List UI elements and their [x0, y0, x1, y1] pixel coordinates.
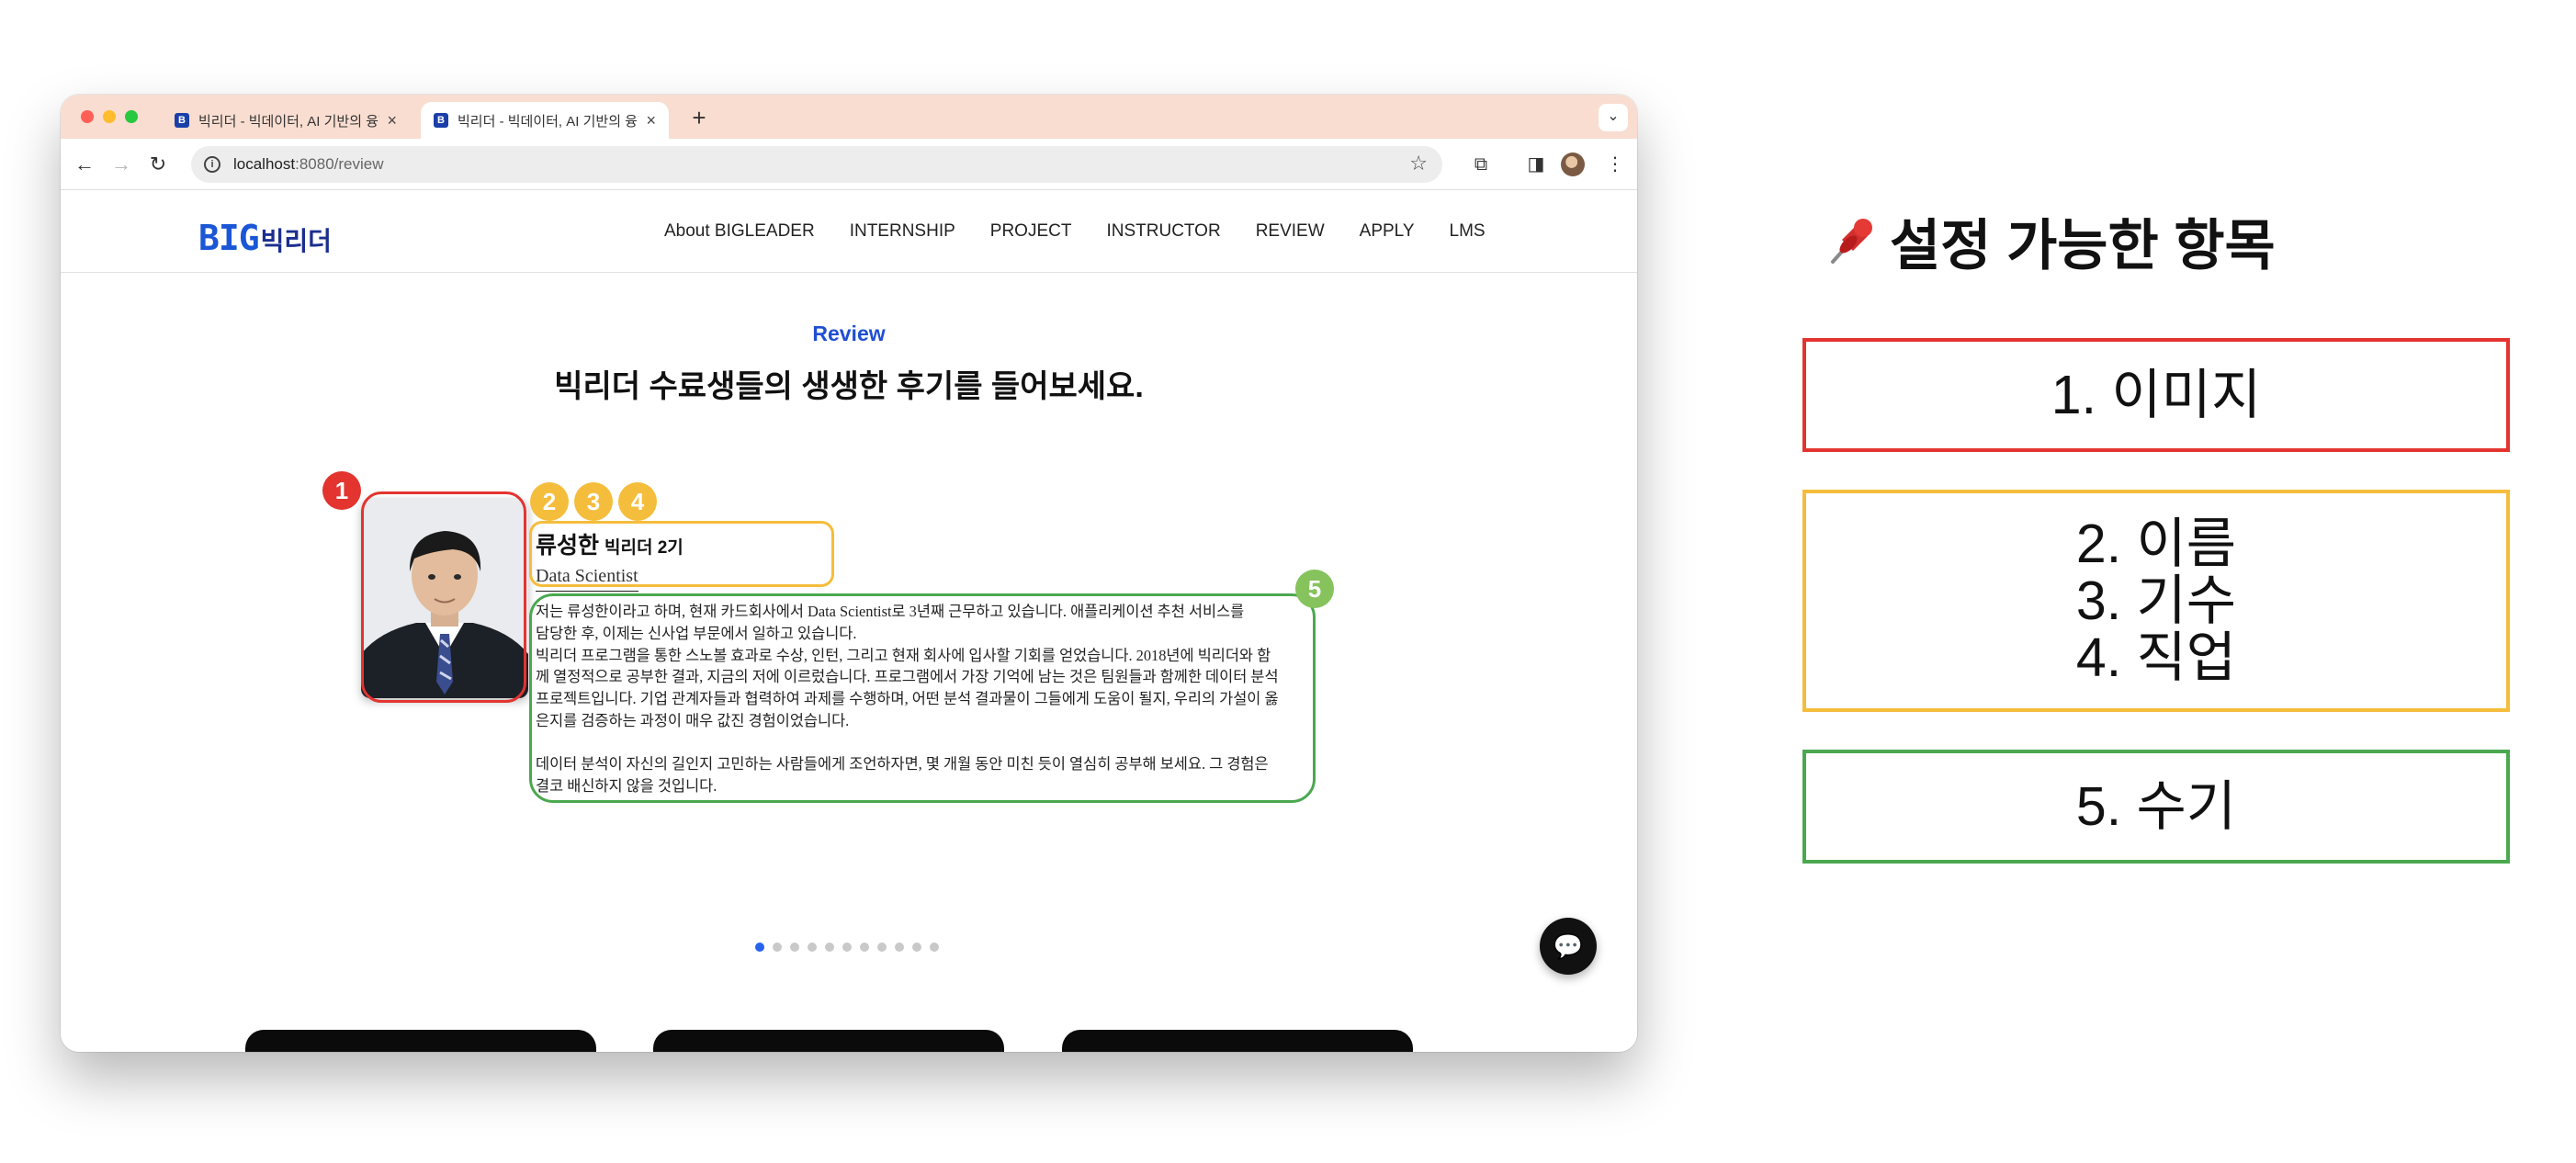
browser-window: B 빅리더 - 빅데이터, AI 기반의 융합 × B 빅리더 - 빅데이터, … — [61, 95, 1637, 1052]
annotation-badge-1: 1 — [322, 471, 361, 510]
nav-about[interactable]: About BIGLEADER — [664, 221, 815, 242]
more-menu-icon[interactable]: ⋮ — [1600, 150, 1630, 179]
close-tab-icon[interactable]: × — [646, 111, 656, 130]
annotation-badge-5: 5 — [1295, 570, 1334, 608]
legend-title-text: 설정 가능한 항목 — [1890, 215, 2276, 277]
pushpin-icon — [1831, 218, 1872, 264]
carousel-dot[interactable] — [755, 943, 764, 952]
legend-title: 설정 가능한 항목 — [1824, 201, 2276, 281]
address-bar[interactable]: i localhost:8080/review ☆ — [191, 146, 1442, 183]
legend-line: 2. 이름 — [2075, 514, 2237, 574]
carousel-dot[interactable] — [808, 943, 817, 952]
window-controls — [81, 110, 138, 123]
minimize-window-button[interactable] — [103, 110, 116, 123]
legend-line: 1. 이미지 — [2051, 365, 2262, 425]
bookmark-star-icon[interactable]: ☆ — [1409, 152, 1428, 175]
url-path: :8080/review — [295, 155, 384, 173]
tab-bar: B 빅리더 - 빅데이터, AI 기반의 융합 × B 빅리더 - 빅데이터, … — [61, 95, 1637, 139]
carousel-pagination — [755, 943, 939, 952]
carousel-dot[interactable] — [825, 943, 834, 952]
browser-tab-active[interactable]: B 빅리더 - 빅데이터, AI 기반의 융합 × — [421, 102, 669, 139]
close-tab-icon[interactable]: × — [387, 111, 397, 130]
url-host: localhost — [233, 155, 296, 173]
annotation-badge-3: 3 — [574, 482, 613, 521]
carousel-dot[interactable] — [790, 943, 799, 952]
back-arrow-icon[interactable]: ← — [70, 150, 99, 179]
slide-canvas: B 빅리더 - 빅데이터, AI 기반의 융합 × B 빅리더 - 빅데이터, … — [0, 0, 2576, 1163]
legend-item-image: 1. 이미지 — [1802, 338, 2510, 452]
site-info-icon[interactable]: i — [204, 156, 220, 173]
legend-line: 5. 수기 — [2075, 776, 2237, 837]
profile-highlight-box — [529, 521, 834, 587]
forward-arrow-icon[interactable]: → — [107, 150, 136, 179]
extensions-puzzle-icon[interactable]: ⧉ — [1466, 150, 1496, 179]
section-label: Review — [812, 322, 886, 345]
nav-review[interactable]: REVIEW — [1256, 221, 1325, 242]
tab-title: 빅리더 - 빅데이터, AI 기반의 융합 — [458, 113, 639, 130]
nav-internship[interactable]: INTERNSHIP — [850, 221, 955, 242]
carousel-dot[interactable] — [842, 943, 852, 952]
legend-line: 3. 기수 — [2075, 570, 2237, 631]
page-viewport: BIG 빅리더 About BIGLEADER INTERNSHIP PROJE… — [61, 190, 1637, 1052]
browser-tab[interactable]: B 빅리더 - 빅데이터, AI 기반의 융합 × — [162, 102, 410, 139]
carousel-dot[interactable] — [912, 943, 921, 952]
favicon-icon: B — [434, 113, 448, 128]
browser-toolbar: ← → ↻ i localhost:8080/review ☆ ⧉ ◨ ⋮ — [61, 139, 1637, 190]
avatar-icon — [1561, 152, 1585, 176]
legend-item-review: 5. 수기 — [1802, 750, 2510, 864]
nav-lms[interactable]: LMS — [1450, 221, 1486, 242]
logo-big-text: BIG — [198, 218, 260, 258]
video-card[interactable] — [245, 1030, 596, 1052]
annotation-badge-4: 4 — [618, 482, 657, 521]
side-panel-icon[interactable]: ◨ — [1521, 150, 1551, 179]
section-title: 빅리더 수료생들의 생생한 후기를 들어보세요. — [554, 369, 1144, 404]
carousel-dot[interactable] — [877, 943, 887, 952]
nav-apply[interactable]: APPLY — [1360, 221, 1415, 242]
close-window-button[interactable] — [81, 110, 94, 123]
profile-avatar[interactable] — [1558, 150, 1587, 179]
image-highlight-box — [361, 491, 526, 703]
site-logo[interactable]: BIG 빅리더 — [198, 218, 332, 258]
logo-korean-text: 빅리더 — [260, 227, 332, 255]
video-card[interactable] — [1062, 1030, 1413, 1052]
carousel-dot[interactable] — [860, 943, 869, 952]
new-tab-plus-icon[interactable]: + — [685, 104, 713, 131]
legend-item-profile: 2. 이름 3. 기수 4. 직업 — [1802, 490, 2510, 712]
legend-line: 4. 직업 — [2075, 627, 2237, 688]
carousel-dot[interactable] — [773, 943, 782, 952]
maximize-window-button[interactable] — [125, 110, 138, 123]
carousel-dot[interactable] — [895, 943, 904, 952]
carousel-dot[interactable] — [930, 943, 939, 952]
favicon-icon: B — [175, 113, 189, 128]
nav-project[interactable]: PROJECT — [990, 221, 1072, 242]
tab-title: 빅리더 - 빅데이터, AI 기반의 융합 — [198, 113, 380, 130]
main-nav: About BIGLEADER INTERNSHIP PROJECT INSTR… — [664, 221, 1520, 242]
annotation-badge-2: 2 — [530, 482, 569, 521]
tab-search-chevron-icon[interactable]: ⌄ — [1599, 104, 1628, 131]
chat-bubble-icon[interactable]: 💬 — [1540, 918, 1597, 975]
video-card[interactable] — [653, 1030, 1004, 1052]
review-highlight-box — [529, 593, 1316, 803]
reload-icon[interactable]: ↻ — [143, 150, 173, 179]
nav-instructor[interactable]: INSTRUCTOR — [1106, 221, 1220, 242]
site-header: BIG 빅리더 About BIGLEADER INTERNSHIP PROJE… — [61, 190, 1637, 273]
url-text: localhost:8080/review — [233, 155, 384, 174]
